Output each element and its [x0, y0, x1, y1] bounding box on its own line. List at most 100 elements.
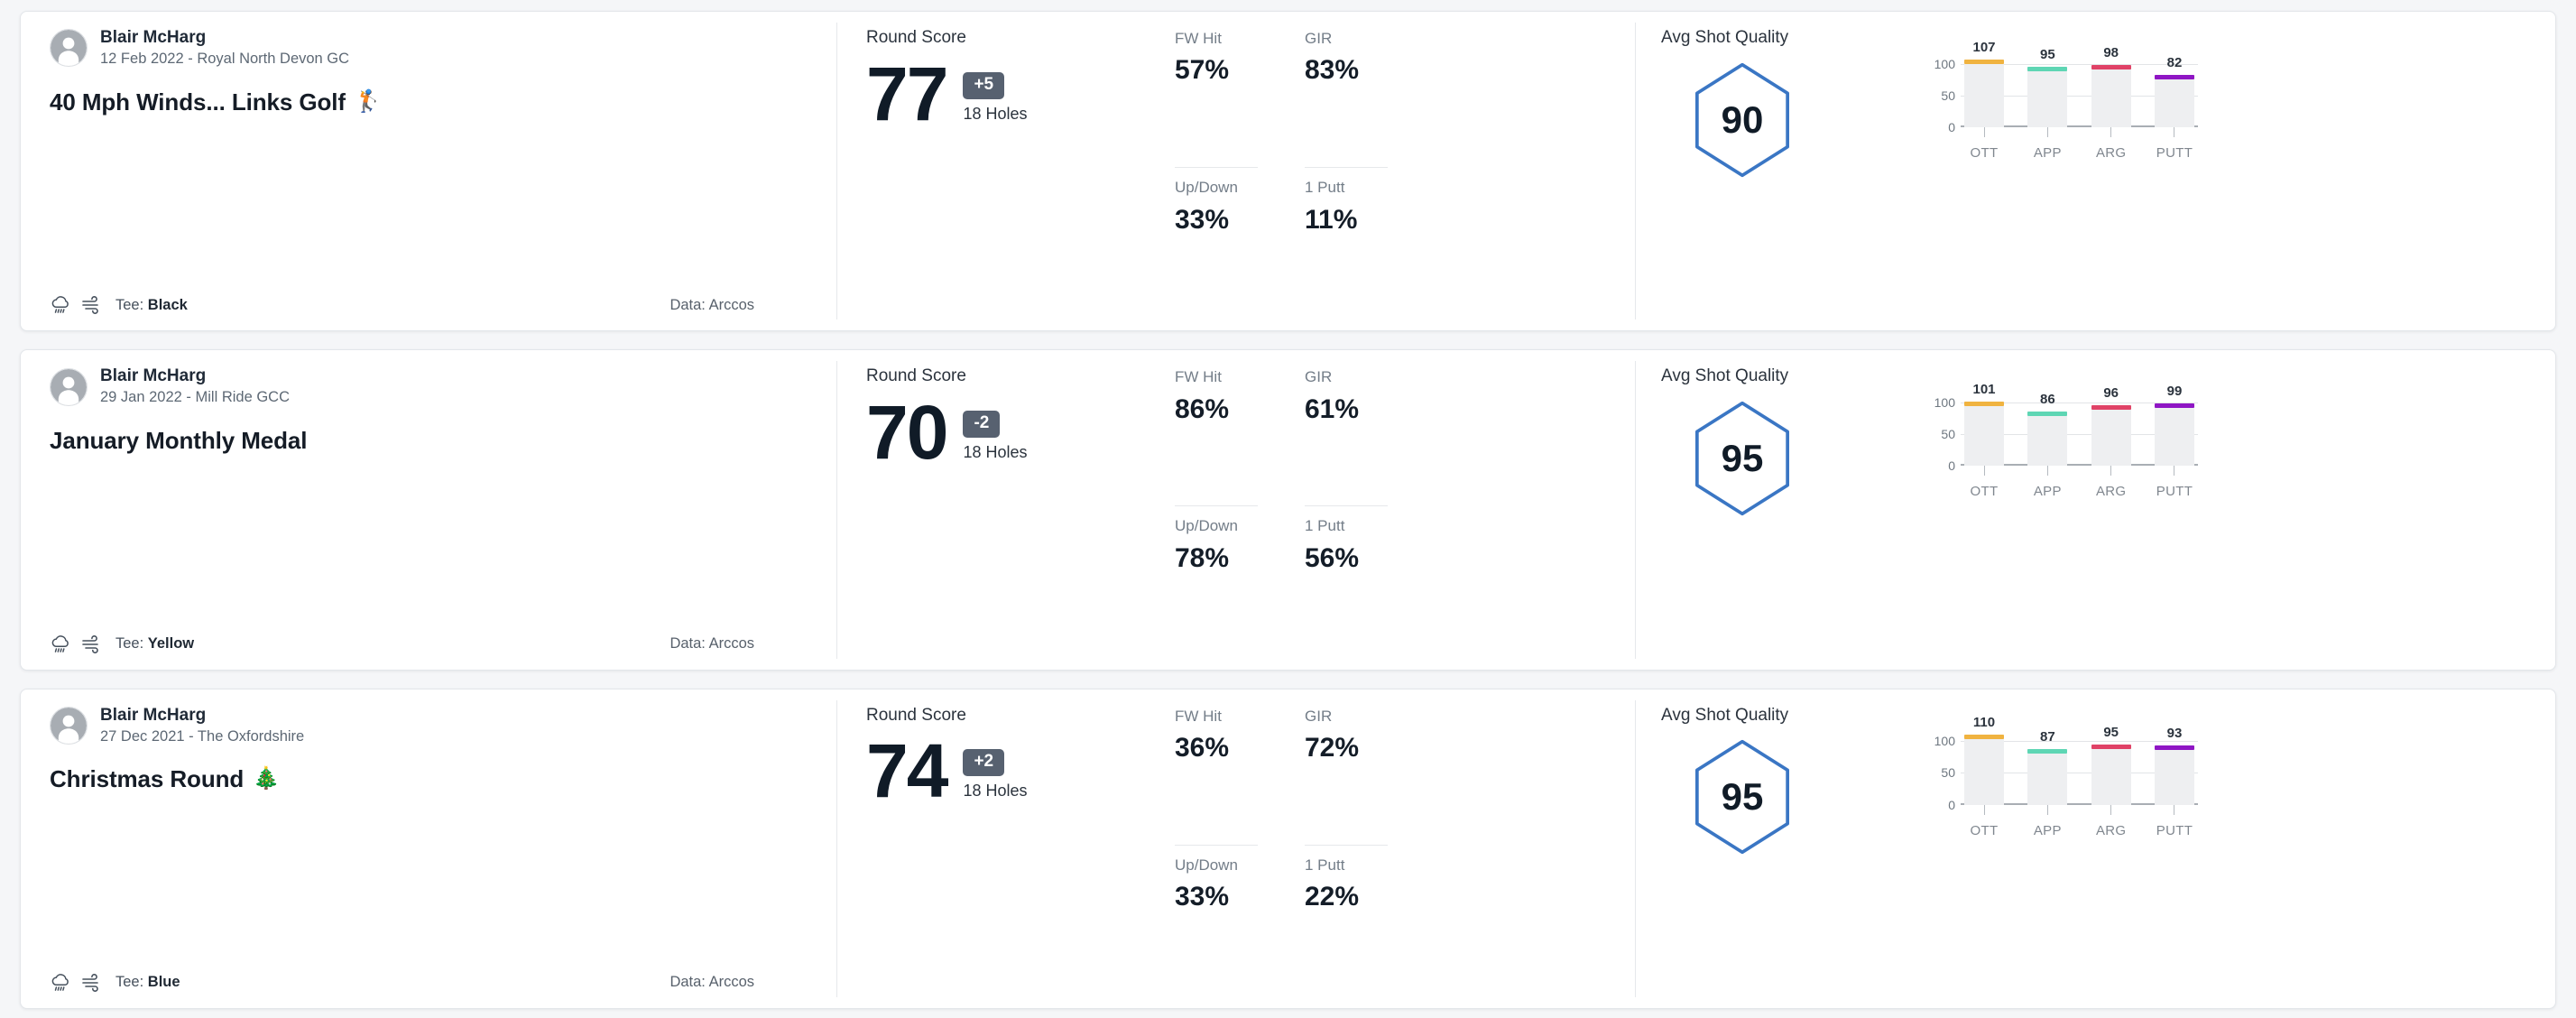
bar-app[interactable]: 95 [2027, 48, 2068, 127]
chart-inner: 100 50 0 107 95 98 82 OTT APP ARG PUTT [1923, 41, 2198, 170]
stat-up-down-label: Up/Down [1175, 517, 1238, 535]
x-tickmark [2110, 804, 2112, 815]
y-axis-tick: 100 [1934, 394, 1955, 410]
round-summary-section: Blair McHarg 12 Feb 2022 - Royal North De… [21, 12, 837, 330]
bar-ott[interactable]: 107 [1964, 41, 2004, 127]
chart-plot-area: 107 95 98 82 [1961, 41, 2198, 127]
bar-app[interactable]: 86 [2027, 386, 2068, 467]
score-block: Round Score 70 -2 18 Holes [866, 366, 1164, 654]
round-title[interactable]: 40 Mph Winds... Links Golf 🏌️ [50, 88, 808, 116]
tee-prefix: Tee: [115, 635, 144, 652]
avatar[interactable] [50, 367, 88, 406]
avatar[interactable] [50, 29, 88, 68]
x-axis-tick-app: APP [2027, 466, 2067, 507]
x-tickmark [1983, 127, 1985, 137]
score-differential-badge: +5 [963, 71, 1005, 99]
bar-cap [2027, 67, 2068, 72]
stat-one-putt: 1 Putt 11% [1305, 179, 1388, 316]
holes-played-label: 18 Holes [963, 782, 1028, 801]
round-title-emoji-icon: 🎄 [253, 766, 280, 791]
player-meta: Blair McHarg 29 Jan 2022 - Mill Ride GCC [100, 366, 290, 407]
stat-fw-hit-label: FW Hit [1175, 707, 1222, 725]
bar-app[interactable]: 87 [2027, 726, 2068, 805]
bar-arg[interactable]: 95 [2091, 726, 2131, 805]
tee-label: Tee: Blue [115, 974, 180, 991]
round-score-value: 77 [866, 51, 948, 136]
avatar[interactable] [50, 706, 88, 745]
data-source-prefix: Data: [669, 635, 706, 652]
rounds-feed: Blair McHarg 12 Feb 2022 - Royal North De… [0, 0, 2576, 1018]
bar-value-label: 98 [2103, 45, 2119, 61]
bar-ott[interactable]: 101 [1964, 383, 2004, 467]
bar-putt[interactable]: 93 [2154, 726, 2194, 805]
x-tickmark [2046, 466, 2048, 477]
bar-putt[interactable]: 82 [2154, 48, 2194, 127]
y-axis-tick: 50 [1941, 765, 1955, 781]
round-title[interactable]: January Monthly Medal [50, 427, 808, 455]
player-row: Blair McHarg 12 Feb 2022 - Royal North De… [50, 28, 808, 69]
bar-value-label: 95 [2103, 724, 2119, 740]
stat-one-putt-value: 22% [1305, 882, 1360, 912]
bar-cap [2091, 744, 2131, 749]
data-source-prefix: Data: [669, 296, 706, 313]
round-score-section: Round Score 70 -2 18 Holes FW Hit 86% GIR 61% Up… [837, 350, 1636, 669]
x-axis-label: OTT [1970, 484, 1999, 500]
stat-one-putt: 1 Putt 56% [1305, 517, 1388, 654]
bar-arg[interactable]: 98 [2091, 45, 2131, 127]
round-date-course: 12 Feb 2022 - Royal North Devon GC [100, 50, 350, 67]
stat-one-putt: 1 Putt 22% [1305, 856, 1388, 994]
y-axis: 100 50 0 [1923, 48, 1955, 134]
x-axis-tick-app: APP [2027, 804, 2067, 847]
x-axis-tick-putt: PUTT [2155, 804, 2194, 847]
bar-putt[interactable]: 99 [2154, 384, 2194, 467]
data-source-label: Data: Arccos [669, 635, 754, 652]
tee-value: Yellow [147, 635, 195, 652]
score-row: 77 +5 18 Holes [866, 51, 1164, 136]
x-axis-tick-putt: PUTT [2155, 127, 2194, 169]
quality-block: Avg Shot Quality 95 [1661, 706, 1923, 856]
x-axis-tick-arg: ARG [2091, 127, 2131, 169]
chart-plot-area: 101 86 96 99 [1961, 383, 2198, 467]
rain-cloud-icon [50, 972, 72, 994]
bar-track [2027, 749, 2068, 805]
rain-cloud-icon [50, 294, 72, 316]
round-title[interactable]: Christmas Round 🎄 [50, 765, 808, 793]
x-axis-tick-arg: ARG [2091, 466, 2131, 507]
bar-group: 101 86 96 99 [1961, 383, 2198, 467]
bar-arg[interactable]: 96 [2091, 386, 2131, 467]
player-name: Blair McHarg [100, 366, 207, 386]
stat-up-down-label: Up/Down [1175, 179, 1238, 197]
bar-track [2027, 411, 2068, 467]
stat-one-putt-value: 56% [1305, 542, 1360, 573]
bar-track [2091, 404, 2131, 467]
stat-up-down: Up/Down 33% [1175, 179, 1258, 316]
stat-fw-hit: FW Hit 57% [1175, 30, 1258, 169]
stat-one-putt-label: 1 Putt [1305, 517, 1345, 535]
bar-ott[interactable]: 110 [1964, 716, 2004, 805]
bar-cap [2027, 749, 2068, 754]
holes-played-label: 18 Holes [963, 443, 1028, 462]
y-axis-tick: 0 [1948, 120, 1955, 134]
round-score-value: 74 [866, 728, 948, 814]
x-axis-label: APP [2033, 145, 2062, 161]
bar-cap [1964, 402, 2004, 407]
round-score-section: Round Score 77 +5 18 Holes FW Hit 57% GIR 83% Up… [837, 12, 1636, 330]
bar-value-label: 107 [1972, 39, 1996, 55]
stat-up-down: Up/Down 78% [1175, 517, 1258, 654]
stats-grid: FW Hit 86% GIR 61% Up/Down 78% 1 Putt 56% [1175, 366, 1388, 654]
y-axis-tick: 100 [1934, 734, 1955, 749]
bar-track [1964, 735, 2004, 805]
x-tickmark [1983, 804, 1985, 815]
x-axis-label: ARG [2095, 484, 2127, 500]
x-tickmark [2110, 127, 2112, 137]
round-card: Blair McHarg 27 Dec 2021 - The Oxfordshir… [20, 688, 2556, 1009]
score-side: -2 18 Holes [963, 398, 1027, 462]
stats-grid: FW Hit 36% GIR 72% Up/Down 33% 1 Putt 22% [1175, 706, 1388, 994]
round-score-section: Round Score 74 +2 18 Holes FW Hit 36% GIR 72% Up… [837, 689, 1636, 1008]
x-tickmark [2110, 466, 2112, 477]
bar-track [2154, 403, 2194, 467]
shot-quality-hexagon: 90 [1661, 61, 1824, 179]
shot-quality-section: Avg Shot Quality 95 100 50 0 101 86 96 99 OTT APP A… [1636, 350, 2555, 669]
stat-fw-hit-label: FW Hit [1175, 368, 1222, 386]
chart-inner: 100 50 0 110 87 95 93 OTT APP ARG PUTT [1923, 716, 2198, 847]
